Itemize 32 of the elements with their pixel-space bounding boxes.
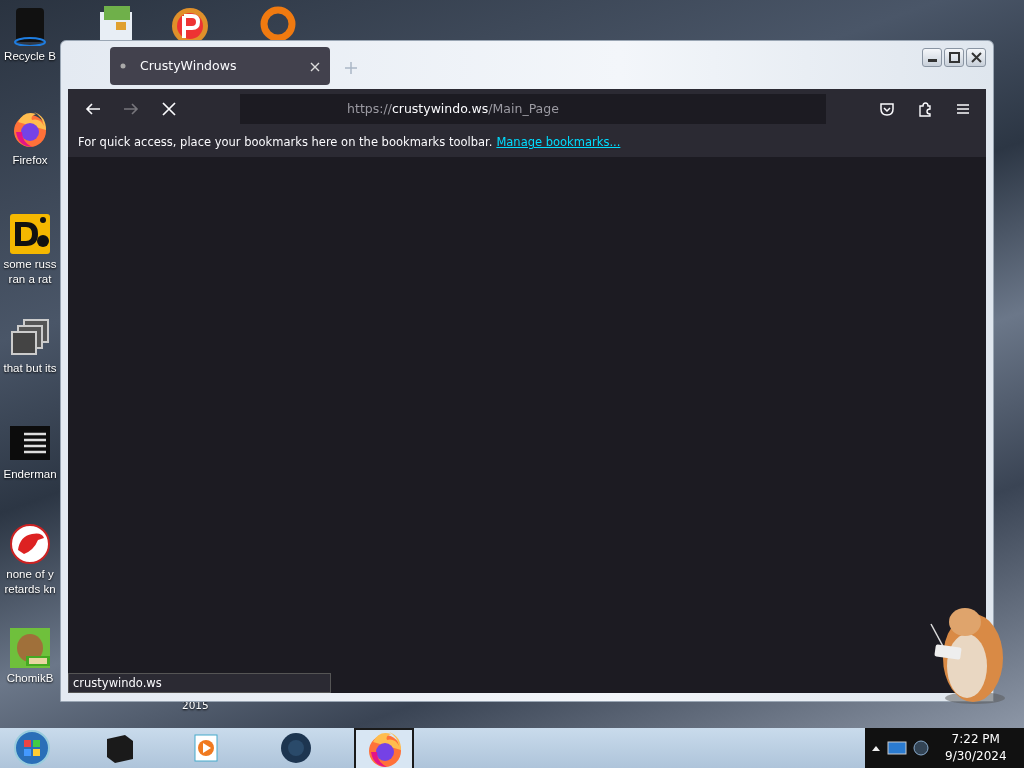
minimize-button[interactable] [922,48,942,67]
ring-icon[interactable] [258,4,298,40]
icon-label: 2015 [182,698,209,713]
icon-label[interactable]: some russ ran a rat [0,257,60,287]
url-field[interactable]: https://crustywindo.ws/Main_Page [240,94,826,124]
status-text: crustywindo.ws [68,673,331,693]
icon-label[interactable]: ChomikB [6,671,54,686]
maximize-button[interactable] [944,48,964,67]
maximize-icon [948,52,960,63]
icon-label[interactable]: that but its [3,361,57,376]
icon-label[interactable]: Firefox [12,153,48,168]
pocket-icon [878,100,896,118]
icon-label[interactable]: Enderman [3,467,57,482]
windows-icon[interactable] [10,318,50,358]
hamster-box-icon[interactable] [10,628,50,668]
icon-label[interactable]: Recycle B [4,49,56,64]
speaker-icon[interactable] [913,740,929,756]
loading-dot-icon [120,63,126,70]
monitor-icon[interactable] [887,740,907,756]
icon-label[interactable]: none of y retards kn [0,567,60,597]
bookmarks-hint: For quick access, place your bookmarks here on the bookmarks toolbar. [78,134,493,152]
letter-tile-icon[interactable] [10,214,50,254]
taskbar-app[interactable] [354,728,414,768]
manage-bookmarks-link[interactable]: Manage bookmarks... [496,134,621,152]
close-icon [160,100,178,118]
close-icon[interactable] [310,61,320,72]
puzzle-icon [916,100,934,118]
dinosaur-icon[interactable] [10,524,50,564]
browser-tab[interactable]: CrustyWindows [110,47,330,85]
close-button[interactable] [966,48,986,67]
minimize-icon [927,59,937,62]
close-icon [970,52,982,63]
